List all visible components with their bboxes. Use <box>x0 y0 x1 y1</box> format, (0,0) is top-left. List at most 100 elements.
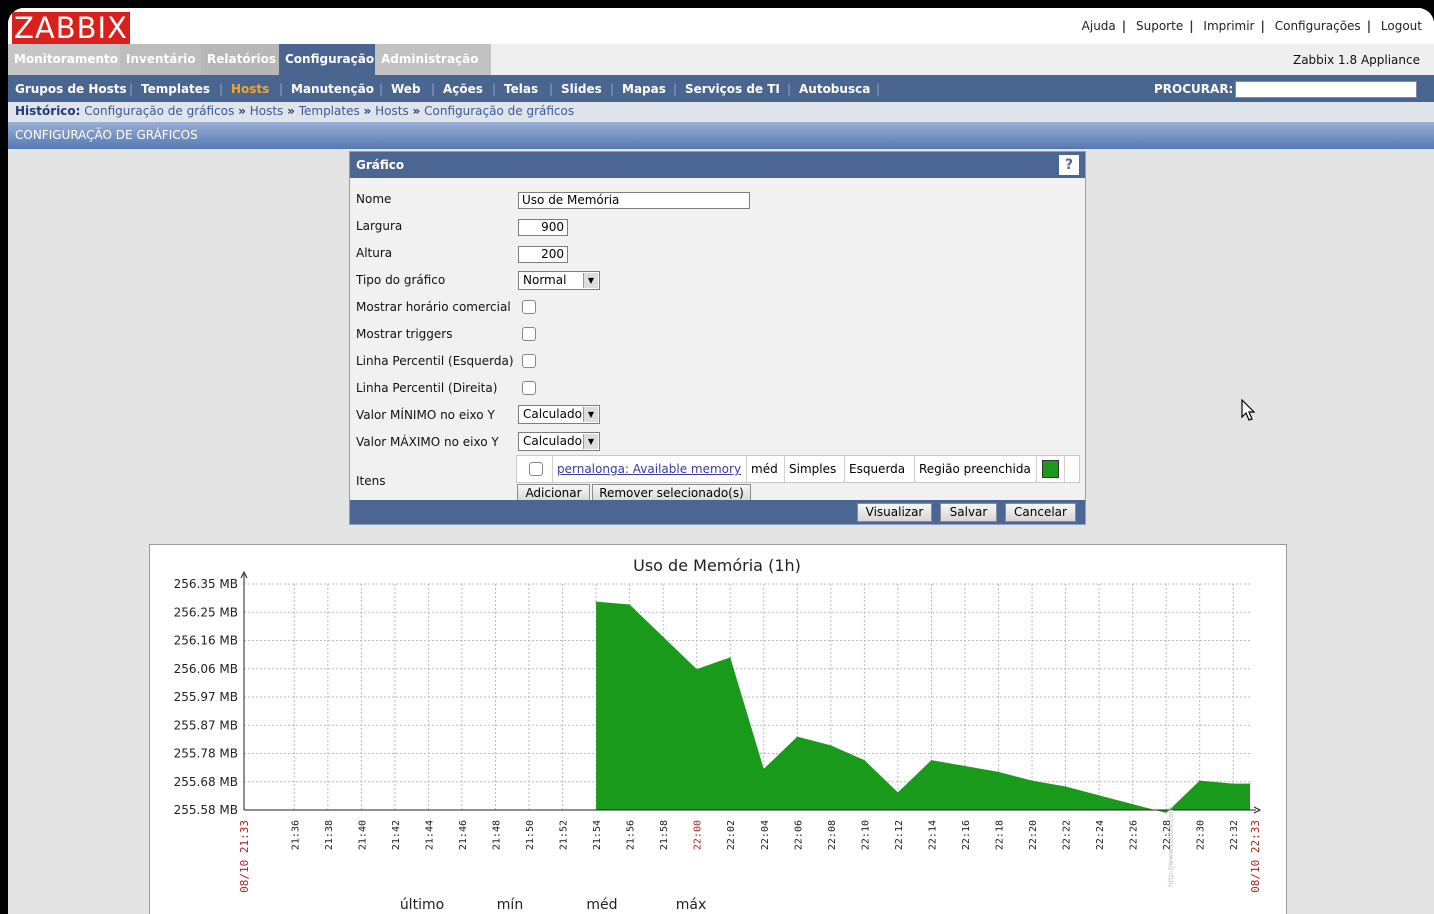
x-tick-label: 21:36 <box>290 820 301 850</box>
breadcrumb-item[interactable]: Configuração de gráficos <box>84 104 234 118</box>
submenu-acoes[interactable]: Ações <box>443 82 483 96</box>
search-input[interactable] <box>1235 81 1417 98</box>
chevron-down-icon: ▼ <box>583 434 598 449</box>
breadcrumb: Histórico: Configuração de gráficos » Ho… <box>8 102 1434 122</box>
submenu-slides[interactable]: Slides <box>561 82 602 96</box>
item-checkbox[interactable] <box>529 462 543 476</box>
appliance-version: Zabbix 1.8 Appliance <box>1292 53 1420 67</box>
main-menu-administracao[interactable]: Administração <box>375 44 491 75</box>
form-footer: Visualizar Salvar Cancelar <box>350 500 1085 524</box>
zabbix-logo: ZABBIX <box>12 11 130 45</box>
preview-button[interactable]: Visualizar <box>857 503 932 522</box>
x-tick-label: 21:38 <box>324 820 335 850</box>
legend-header: méd <box>586 897 617 913</box>
save-button[interactable]: Salvar <box>940 503 997 522</box>
link-suporte[interactable]: Suporte <box>1136 19 1183 33</box>
horario-checkbox[interactable] <box>522 300 536 314</box>
legend-header: mín <box>497 897 523 913</box>
link-logout[interactable]: Logout <box>1381 19 1422 33</box>
x-end-label: 08/10 22:33 <box>1249 820 1262 893</box>
chevron-down-icon: ▼ <box>583 407 598 422</box>
main-menu-relatorios[interactable]: Relatórios <box>201 44 291 75</box>
perc-esq-checkbox[interactable] <box>522 354 536 368</box>
item-color-swatch[interactable] <box>1042 460 1059 478</box>
link-ajuda[interactable]: Ajuda <box>1082 19 1116 33</box>
submenu-telas[interactable]: Telas <box>504 82 538 96</box>
largura-input[interactable]: 900 <box>518 219 568 236</box>
submenu-web[interactable]: Web <box>391 82 421 96</box>
submenu-manutencao[interactable]: Manutenção <box>291 82 374 96</box>
submenu-templates[interactable]: Templates <box>141 82 210 96</box>
x-tick-label: 21:56 <box>626 820 637 850</box>
x-tick-label: 21:42 <box>391 820 402 850</box>
x-tick-label: 21:52 <box>559 820 570 850</box>
x-start-label: 08/10 21:33 <box>238 820 251 893</box>
data-point <box>595 601 597 603</box>
ymin-select[interactable]: Calculado ▼ <box>518 405 600 424</box>
data-point <box>1232 783 1234 785</box>
submenu-mapas[interactable]: Mapas <box>622 82 666 96</box>
submenu-autobusca[interactable]: Autobusca <box>799 82 870 96</box>
link-imprimir[interactable]: Imprimir <box>1203 19 1254 33</box>
ymax-label: Valor MÁXIMO no eixo Y <box>356 435 499 449</box>
breadcrumb-item[interactable]: Hosts <box>375 104 409 118</box>
chevron-down-icon: ▼ <box>583 273 598 288</box>
graph-form: Gráfico ? Nome Uso de Memória Largura 90… <box>349 151 1086 525</box>
ymax-select[interactable]: Calculado ▼ <box>518 432 600 451</box>
x-tick-label: 21:58 <box>659 820 670 850</box>
main-menu-inventario[interactable]: Inventário <box>120 44 213 75</box>
submenu-grupos-de-hosts[interactable]: Grupos de Hosts <box>15 82 127 96</box>
item-row: pernalonga: Available memory méd Simples… <box>516 455 1080 483</box>
x-tick-label: 22:02 <box>726 820 737 850</box>
data-point <box>1031 780 1033 782</box>
altura-input[interactable]: 200 <box>518 246 568 263</box>
data-point <box>729 656 731 658</box>
link-configuracoes[interactable]: Configurações <box>1275 19 1361 33</box>
cancel-button[interactable]: Cancelar <box>1005 503 1076 522</box>
data-point <box>696 668 698 670</box>
y-tick-label: 256.25 MB <box>174 605 238 619</box>
main-menu-configuracao[interactable]: Configuração <box>279 44 387 75</box>
x-tick-label: 21:54 <box>592 820 603 850</box>
y-tick-label: 256.16 MB <box>174 634 238 648</box>
breadcrumb-item[interactable]: Templates <box>299 104 360 118</box>
x-tick-label: 22:08 <box>827 820 838 850</box>
search-label: PROCURAR: <box>1154 82 1234 96</box>
data-point <box>998 771 999 773</box>
mouse-pointer-icon <box>1241 399 1256 421</box>
data-point <box>796 736 798 738</box>
main-menu-monitoramento[interactable]: Monitoramento <box>8 44 132 75</box>
item-style: Região preenchida <box>915 456 1037 482</box>
breadcrumb-item[interactable]: Configuração de gráficos <box>424 104 574 118</box>
y-tick-label: 255.78 MB <box>174 747 238 761</box>
perc-dir-checkbox[interactable] <box>522 381 536 395</box>
largura-label: Largura <box>356 219 403 233</box>
x-tick-label: 21:48 <box>492 820 503 850</box>
itens-label: Itens <box>356 474 386 488</box>
ymin-select-value: Calculado <box>523 407 582 421</box>
submenu-servicos-de-ti[interactable]: Serviços de TI <box>685 82 780 96</box>
help-icon[interactable]: ? <box>1059 155 1079 175</box>
breadcrumb-item[interactable]: Hosts <box>250 104 284 118</box>
data-point <box>830 744 832 746</box>
triggers-checkbox[interactable] <box>522 327 536 341</box>
tipo-label: Tipo do gráfico <box>356 273 446 287</box>
x-tick-label: 22:20 <box>1028 820 1039 850</box>
perc-dir-label: Linha Percentil (Direita) <box>356 381 498 395</box>
x-tick-label: 22:04 <box>760 820 771 850</box>
submenu-hosts[interactable]: Hosts <box>231 82 269 96</box>
ymax-select-value: Calculado <box>523 434 582 448</box>
x-tick-label: 22:18 <box>995 820 1006 850</box>
x-tick-label: 21:46 <box>458 820 469 850</box>
data-point <box>763 768 765 770</box>
tipo-select[interactable]: Normal ▼ <box>518 271 600 290</box>
nome-input[interactable]: Uso de Memória <box>518 192 750 209</box>
item-draw-type: Simples <box>785 456 845 482</box>
data-point <box>863 759 865 761</box>
x-tick-label: 22:26 <box>1129 820 1140 850</box>
data-point <box>930 759 932 761</box>
perc-esq-label: Linha Percentil (Esquerda) <box>356 354 514 368</box>
ymin-label: Valor MÍNIMO no eixo Y <box>356 408 495 422</box>
x-tick-label: 22:12 <box>894 820 905 850</box>
item-link[interactable]: pernalonga: Available memory <box>553 456 747 482</box>
